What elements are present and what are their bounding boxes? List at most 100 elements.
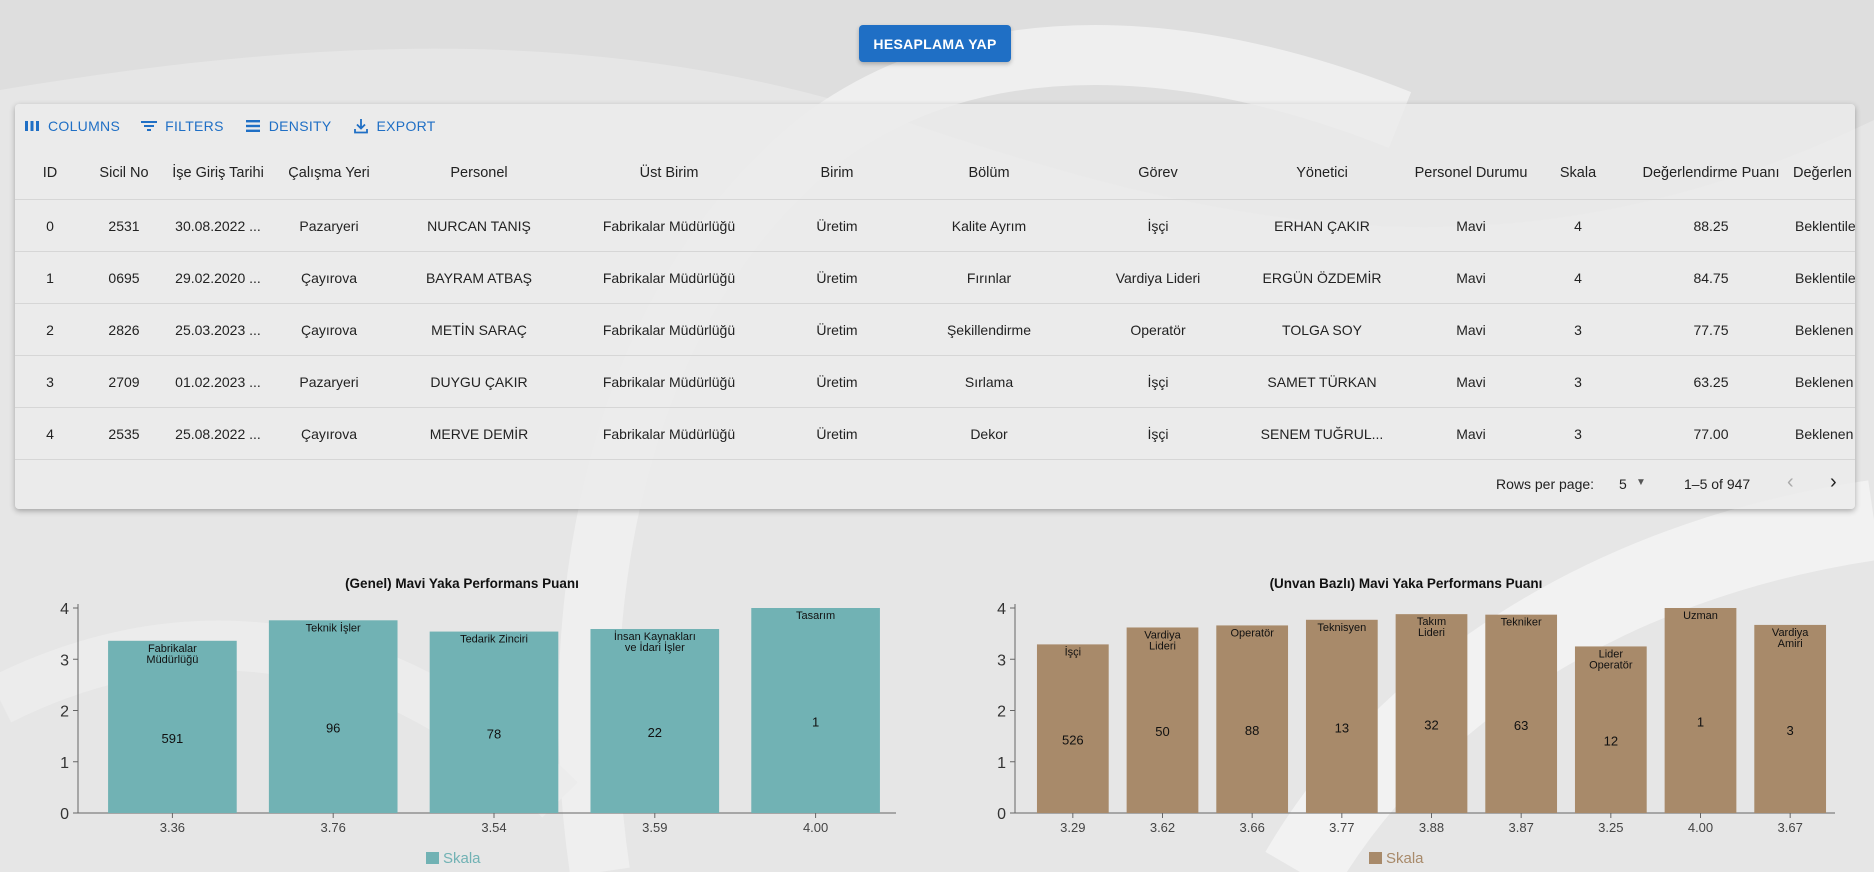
column-header[interactable]: Değerlendirme Puanı bbox=[1609, 146, 1813, 199]
bar-count-label: 1 bbox=[812, 715, 819, 730]
bar-chart: (Unvan Bazlı) Mavi Yaka Performans Puanı… bbox=[997, 576, 1835, 867]
calculate-button[interactable]: HESAPLAMA YAP bbox=[859, 25, 1011, 62]
table-row[interactable]: 0 2531 30.08.2022 ... Pazaryeri NURCAN TANIŞ… bbox=[15, 200, 1855, 252]
bar-count-label: 591 bbox=[162, 731, 184, 746]
column-header[interactable]: Üst Birim bbox=[575, 146, 763, 199]
table-cell: İşçi bbox=[1147, 217, 1169, 234]
bar-count-label: 32 bbox=[1424, 718, 1438, 733]
table-cell: 25.08.2022 ... bbox=[175, 425, 261, 442]
x-tick-label: 3.54 bbox=[481, 820, 506, 835]
grid-toolbar: COLUMNS FILTERS DENSITY EXPORT bbox=[23, 114, 436, 138]
rows-per-page-select[interactable]: 5 bbox=[1619, 476, 1627, 492]
bar-category-label: Tekniker bbox=[1501, 617, 1542, 629]
x-tick-label: 3.67 bbox=[1778, 820, 1803, 835]
column-header[interactable]: İşe Giriş Tarihi bbox=[161, 146, 275, 199]
table-cell: NURCAN TANIŞ bbox=[427, 217, 531, 234]
legend-label[interactable]: Skala bbox=[443, 850, 481, 867]
bar-category-label: Teknik İşler bbox=[306, 621, 361, 634]
data-grid: COLUMNS FILTERS DENSITY EXPORT ID Sicil N… bbox=[15, 104, 1855, 509]
table-row[interactable]: 4 2535 25.08.2022 ... Çayırova MERVE DEMİR Fa… bbox=[15, 408, 1855, 460]
table-cell: 77.75 bbox=[1693, 321, 1729, 338]
next-page-icon[interactable]: › bbox=[1830, 471, 1837, 494]
table-cell: 4 bbox=[46, 425, 54, 442]
y-tick-label: 3 bbox=[997, 652, 1006, 669]
column-header[interactable]: Sicil No bbox=[87, 146, 161, 199]
table-cell: Çayırova bbox=[300, 321, 358, 338]
columns-button[interactable]: COLUMNS bbox=[23, 114, 120, 138]
table-cell: Dekor bbox=[970, 425, 1008, 442]
bar-count-label: 526 bbox=[1062, 733, 1084, 748]
column-header[interactable]: Personel bbox=[383, 146, 575, 199]
bar[interactable] bbox=[1036, 644, 1109, 813]
bar[interactable] bbox=[429, 631, 559, 813]
table-cell: İşçi bbox=[1147, 373, 1169, 390]
bar[interactable] bbox=[1485, 614, 1558, 813]
table-cell: 2531 bbox=[108, 217, 140, 234]
pagination: Rows per page: 5 ▼ 1–5 of 947 ‹ › bbox=[15, 459, 1855, 509]
bar[interactable] bbox=[1754, 624, 1827, 813]
filters-button[interactable]: FILTERS bbox=[140, 114, 224, 138]
column-header[interactable]: Yönetici bbox=[1249, 146, 1395, 199]
table-cell: Fabrikalar Müdürlüğü bbox=[602, 217, 736, 234]
table-cell: Fabrikalar Müdürlüğü bbox=[602, 269, 736, 286]
bar[interactable] bbox=[751, 608, 880, 813]
columns-icon bbox=[25, 121, 39, 131]
table-cell: 01.02.2023 ... bbox=[175, 373, 261, 390]
table-cell: 3 bbox=[46, 373, 54, 390]
bar[interactable] bbox=[1305, 619, 1378, 813]
caret-down-icon[interactable]: ▼ bbox=[1636, 477, 1646, 488]
x-tick-label: 3.59 bbox=[642, 820, 667, 835]
bar-count-label: 3 bbox=[1787, 723, 1794, 738]
x-tick-label: 3.25 bbox=[1598, 820, 1623, 835]
column-header[interactable]: Skala bbox=[1547, 146, 1609, 199]
density-label: DENSITY bbox=[268, 118, 332, 134]
prev-page-icon[interactable]: ‹ bbox=[1787, 471, 1794, 494]
bar-category-label: İşçi bbox=[1065, 645, 1082, 658]
x-tick-label: 4.00 bbox=[803, 820, 828, 835]
chart-title: (Genel) Mavi Yaka Performans Puanı bbox=[345, 576, 579, 591]
filters-label: FILTERS bbox=[165, 118, 224, 134]
bar-category-label: Amiri bbox=[1778, 638, 1803, 650]
bar[interactable] bbox=[1216, 625, 1289, 813]
table-cell: Fabrikalar Müdürlüğü bbox=[602, 321, 736, 338]
table-cell: Mavi bbox=[1456, 321, 1486, 338]
column-header[interactable]: Çalışma Yeri bbox=[275, 146, 383, 199]
column-header[interactable]: Görev bbox=[1067, 146, 1249, 199]
legend-label[interactable]: Skala bbox=[1386, 850, 1424, 867]
bar[interactable] bbox=[1126, 627, 1199, 813]
table-cell: 0 bbox=[46, 217, 54, 234]
column-header[interactable]: Personel Durumu bbox=[1395, 146, 1547, 199]
bar[interactable] bbox=[108, 640, 237, 813]
table-cell: Beklentile bbox=[1795, 217, 1855, 234]
bar-category-label: ve İdari İşler bbox=[625, 641, 685, 654]
table-cell: 4 bbox=[1574, 217, 1582, 234]
bar-category-label: Teknisyen bbox=[1317, 622, 1366, 634]
column-header[interactable]: Birim bbox=[763, 146, 911, 199]
table-cell: TOLGA SOY bbox=[1282, 321, 1362, 338]
table-cell: Beklenen bbox=[1795, 425, 1854, 442]
density-button[interactable]: DENSITY bbox=[244, 114, 332, 138]
export-button[interactable]: EXPORT bbox=[352, 114, 436, 138]
bar[interactable] bbox=[1664, 608, 1737, 813]
bar[interactable] bbox=[1395, 614, 1468, 813]
table-row[interactable]: 2 2826 25.03.2023 ... Çayırova METİN SARAÇ Fa… bbox=[15, 304, 1855, 356]
chart-general: (Genel) Mavi Yaka Performans Puanı 0 1 2 3 4 F… bbox=[50, 570, 910, 872]
columns-label: COLUMNS bbox=[48, 118, 121, 134]
table-cell: Mavi bbox=[1456, 269, 1486, 286]
bar[interactable] bbox=[268, 620, 398, 813]
column-header[interactable]: Bölüm bbox=[911, 146, 1067, 199]
table-row[interactable]: 1 0695 29.02.2020 ... Çayırova BAYRAM ATBAŞ F… bbox=[15, 252, 1855, 304]
table-cell: Fabrikalar Müdürlüğü bbox=[602, 425, 736, 442]
bar[interactable] bbox=[590, 629, 720, 813]
rows-per-page-label: Rows per page: bbox=[1496, 476, 1595, 492]
table-cell: Vardiya Lideri bbox=[1115, 269, 1201, 286]
x-tick-label: 4.00 bbox=[1688, 820, 1713, 835]
column-header[interactable]: Değerlen bbox=[1793, 146, 1855, 199]
table-cell: 25.03.2023 ... bbox=[175, 321, 261, 338]
table-cell: 2 bbox=[46, 321, 54, 338]
x-tick-label: 3.36 bbox=[160, 820, 185, 835]
x-tick-label: 3.76 bbox=[321, 820, 346, 835]
table-row[interactable]: 3 2709 01.02.2023 ... Pazaryeri DUYGU ÇAKIR F… bbox=[15, 356, 1855, 408]
table-cell: 88.25 bbox=[1693, 217, 1729, 234]
column-header[interactable]: ID bbox=[33, 146, 67, 199]
